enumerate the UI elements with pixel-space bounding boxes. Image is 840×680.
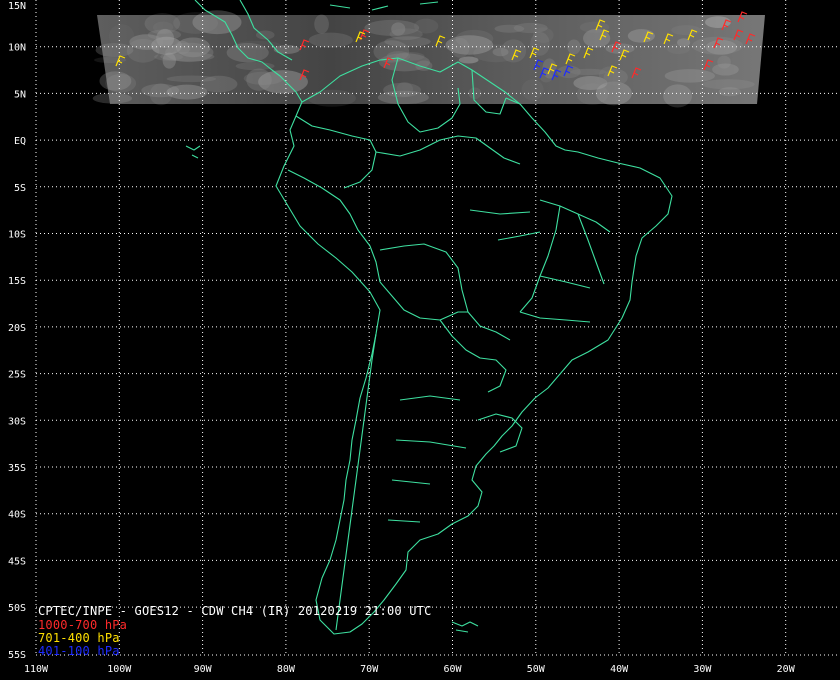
lat-label: 10S — [8, 230, 26, 241]
cloud-patch — [667, 43, 690, 55]
border-paraguay — [439, 319, 507, 393]
cloud-patch — [583, 28, 611, 48]
longitude-labels: 110W 100W 90W 80W 70W 60W 50W 40W 30W 20W — [24, 664, 796, 675]
lon-label: 20W — [777, 664, 796, 675]
legend-item-low-level: 1000-700 hPa — [38, 618, 128, 632]
lat-label: 45S — [8, 556, 26, 567]
lon-label: 30W — [693, 664, 712, 675]
cloud-patch — [273, 45, 300, 54]
cloud-patch — [308, 89, 356, 107]
cloud-patch — [396, 82, 414, 97]
cloud-patch — [500, 39, 527, 63]
cloud-patch — [235, 62, 275, 71]
cloud-patch — [605, 43, 635, 54]
lat-label: 15S — [8, 276, 26, 287]
lat-label: 15N — [8, 1, 26, 12]
cloud-patch — [458, 56, 479, 64]
lat-label: 5S — [14, 183, 26, 194]
cloud-patch — [200, 75, 238, 93]
legend-item-high-level: 401-100 hPa — [38, 644, 120, 658]
cloud-patch — [567, 39, 581, 55]
cloud-patch — [663, 84, 693, 108]
cloud-patch — [445, 35, 494, 55]
cloud-patch — [308, 32, 353, 48]
cloud-patch — [176, 37, 211, 58]
lon-label: 100W — [107, 664, 132, 675]
cloud-patch — [395, 52, 425, 61]
lon-label: 40W — [610, 664, 629, 675]
cloud-patch — [521, 79, 544, 101]
south-america-coastline — [275, 57, 673, 635]
cloud-patch — [712, 63, 739, 76]
lat-label: EQ — [14, 136, 26, 147]
lat-label: 50S — [8, 603, 26, 614]
cloud-patch — [162, 52, 176, 69]
cloud-patch — [109, 24, 135, 49]
cloud-patch — [314, 14, 329, 34]
lat-label: 30S — [8, 416, 26, 427]
lat-label: 20S — [8, 323, 26, 334]
cloud-patch — [598, 66, 620, 86]
border-ecuador-peru — [287, 169, 381, 283]
lon-label: 60W — [443, 664, 462, 675]
cloud-patch — [576, 83, 609, 105]
cloud-patch — [664, 69, 715, 83]
cloud-patch — [234, 40, 281, 50]
lon-label: 70W — [360, 664, 379, 675]
cloud-patch — [105, 74, 137, 93]
lon-label: 50W — [527, 664, 546, 675]
border-colombia — [295, 115, 377, 189]
lon-label: 110W — [24, 664, 49, 675]
lat-label: 35S — [8, 463, 26, 474]
cloud-patch — [494, 24, 525, 33]
cloud-patch — [718, 87, 741, 97]
lon-label: 80W — [277, 664, 296, 675]
lon-label: 90W — [194, 664, 213, 675]
border-brazil-south — [379, 243, 511, 341]
cloud-patch — [468, 87, 482, 100]
lat-label: 10N — [8, 43, 26, 54]
border-uruguay — [477, 413, 523, 453]
galapagos-islands — [185, 145, 201, 159]
lat-label: 5N — [14, 89, 26, 100]
product-title: CPTEC/INPE - GOES12 - CDW CH4 (IR) 20120… — [38, 604, 432, 618]
cloud-patch — [671, 25, 702, 36]
cloud-patch — [384, 36, 431, 47]
cloud-patch — [92, 93, 133, 104]
map-canvas: 15N 10N 5N EQ 5S 10S 15S 20S 25S 30S 35S 40S 45S 50S 5… — [8, 0, 840, 675]
latitude-labels: 15N 10N 5N EQ 5S 10S 15S 20S 25S 30S 35S 40S 45S 50S 5… — [8, 1, 26, 661]
lat-label: 55S — [8, 650, 26, 661]
lat-label: 40S — [8, 510, 26, 521]
cloud-patch — [627, 29, 655, 43]
lat-label: 25S — [8, 370, 26, 381]
falkland-islands — [451, 621, 479, 633]
border-bolivia — [379, 281, 468, 321]
caribbean-islands — [329, 1, 439, 11]
cloud-patch — [173, 12, 219, 34]
cloud-patch — [129, 34, 164, 50]
border-argentina-provinces — [387, 395, 467, 523]
border-argentina-chile — [335, 333, 377, 631]
border-brazil-states — [469, 199, 611, 323]
legend-item-mid-level: 701-400 hPa — [38, 631, 120, 645]
